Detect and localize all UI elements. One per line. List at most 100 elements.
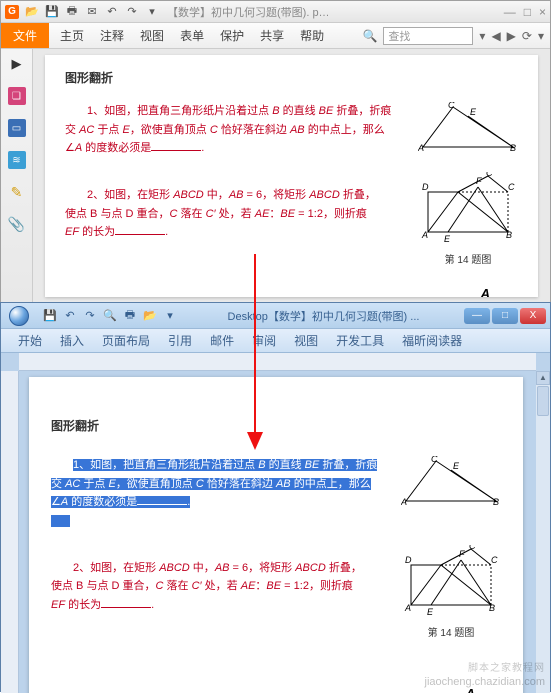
problem-2: 2、如图，在矩形 ABCD 中，AB = 6，将矩形 ABCD 折叠， 使点 B… xyxy=(65,186,518,242)
maximize-button[interactable]: □ xyxy=(524,5,531,19)
svg-text:C: C xyxy=(491,555,498,565)
ribbon-tabs: 主页 注释 视图 表单 保护 共享 帮助 xyxy=(53,24,331,47)
tab-developer[interactable]: 开发工具 xyxy=(327,329,393,352)
svg-text:F: F xyxy=(476,176,482,186)
refresh-icon[interactable]: ⟳ xyxy=(522,29,532,43)
svg-text:C: C xyxy=(448,102,455,110)
tab-foxit[interactable]: 福昕阅读器 xyxy=(393,329,471,352)
svg-text:E: E xyxy=(427,607,434,617)
office-button[interactable] xyxy=(1,303,37,329)
ruler-horizontal[interactable] xyxy=(19,353,536,371)
svg-text:A: A xyxy=(404,603,411,613)
svg-text:A: A xyxy=(421,230,428,240)
svg-text:D: D xyxy=(405,555,412,565)
svg-text:B: B xyxy=(493,497,499,506)
svg-text:C: C xyxy=(508,182,515,192)
section-title: 图形翻折 xyxy=(51,417,501,434)
minimize-button[interactable]: — xyxy=(504,5,516,19)
save-icon[interactable]: 💾 xyxy=(45,5,59,19)
tab-home[interactable]: 开始 xyxy=(9,329,51,352)
qat-dropdown-icon[interactable]: ▾ xyxy=(163,309,177,323)
print-icon[interactable]: 🖶 xyxy=(123,309,137,323)
figure-2-caption: 第 14 题图 xyxy=(418,252,518,269)
word-title: Desktop【数学】初中几何习题(带图) ... xyxy=(183,308,464,324)
word-titlebar: 💾 ↶ ↷ 🔍 🖶 📂 ▾ Desktop【数学】初中几何习题(带图) ... … xyxy=(1,303,550,329)
pages-icon[interactable]: ▭ xyxy=(8,119,26,137)
tab-protect[interactable]: 保护 xyxy=(213,24,251,47)
foxit-window: G 📂 💾 🖶 ✉ ↶ ↷ ▾ 【数学】初中几何习题(带图). p… — □ ×… xyxy=(0,0,551,302)
close-button[interactable]: × xyxy=(539,5,546,19)
figure-1: A B C E xyxy=(401,456,501,506)
svg-text:C: C xyxy=(431,456,438,464)
svg-text:E: E xyxy=(453,461,460,471)
nav-prev-icon[interactable]: ◀ xyxy=(491,29,500,43)
open-icon[interactable]: 📂 xyxy=(25,5,39,19)
foxit-qat: 📂 💾 🖶 ✉ ↶ ↷ ▾ xyxy=(25,5,159,19)
tab-help[interactable]: 帮助 xyxy=(293,24,331,47)
word-window: 💾 ↶ ↷ 🔍 🖶 📂 ▾ Desktop【数学】初中几何习题(带图) ... … xyxy=(0,302,551,692)
foxit-body: ▶ ❏ ▭ ≋ ✎ 📎 图形翻折 1、如图，把直角三角形纸片沿着过点 B 的直线… xyxy=(1,49,550,303)
search-dropdown-icon[interactable]: ▾ xyxy=(479,29,485,43)
search-input[interactable]: 查找 xyxy=(383,27,473,45)
ruler-vertical[interactable] xyxy=(1,371,19,693)
file-tab[interactable]: 文件 xyxy=(1,23,49,48)
word-page[interactable]: 图形翻折 1、如图，把直角三角形纸片沿着过点 B 的直线 BE 折叠，折痕 交 … xyxy=(29,377,523,693)
tab-references[interactable]: 引用 xyxy=(159,329,201,352)
bookmark-icon[interactable]: ❏ xyxy=(8,87,26,105)
tab-review[interactable]: 审阅 xyxy=(243,329,285,352)
tab-view[interactable]: 视图 xyxy=(133,24,171,47)
tab-insert[interactable]: 插入 xyxy=(51,329,93,352)
tab-form[interactable]: 表单 xyxy=(173,24,211,47)
zoom-icon[interactable]: 🔍 xyxy=(362,29,377,43)
word-ribbon: 开始 插入 页面布局 引用 邮件 审阅 视图 开发工具 福昕阅读器 xyxy=(1,329,550,353)
close-button[interactable]: X xyxy=(520,308,546,324)
svg-text:A: A xyxy=(401,497,407,506)
zoom-icon[interactable]: 🔍 xyxy=(103,309,117,323)
tab-mail[interactable]: 邮件 xyxy=(201,329,243,352)
problem-1: 1、如图，把直角三角形纸片沿着过点 B 的直线 BE 折叠，折痕 交 AC 于点… xyxy=(51,456,501,531)
foxit-logo: G xyxy=(5,5,19,19)
svg-text:C′: C′ xyxy=(486,172,494,178)
svg-text:C′: C′ xyxy=(469,545,477,551)
redo-icon[interactable]: ↷ xyxy=(125,5,139,19)
open-icon[interactable]: 📂 xyxy=(143,309,157,323)
layers-icon[interactable]: ≋ xyxy=(8,151,26,169)
maximize-button[interactable]: □ xyxy=(492,308,518,324)
svg-text:B: B xyxy=(489,603,495,613)
tab-share[interactable]: 共享 xyxy=(253,24,291,47)
trailing-letter: A xyxy=(481,286,490,297)
email-icon[interactable]: ✉ xyxy=(85,5,99,19)
section-title: 图形翻折 xyxy=(65,69,518,86)
tab-view[interactable]: 视图 xyxy=(285,329,327,352)
print-icon[interactable]: 🖶 xyxy=(65,5,79,19)
foxit-page[interactable]: 图形翻折 1、如图，把直角三角形纸片沿着过点 B 的直线 BE 折叠，折痕 交 … xyxy=(45,55,538,297)
nav-next-icon[interactable]: ▶ xyxy=(507,29,516,43)
svg-text:B: B xyxy=(506,230,512,240)
undo-icon[interactable]: ↶ xyxy=(63,309,77,323)
foxit-ribbon: 文件 主页 注释 视图 表单 保护 共享 帮助 🔍 查找 ▾ ◀ ▶ ⟳ ▾ xyxy=(1,23,550,49)
qat-dropdown-icon[interactable]: ▾ xyxy=(145,5,159,19)
undo-icon[interactable]: ↶ xyxy=(105,5,119,19)
problem-1: 1、如图，把直角三角形纸片沿着过点 B 的直线 BE 折叠，折痕 交 AC 于点… xyxy=(65,102,518,158)
foxit-titlebar: G 📂 💾 🖶 ✉ ↶ ↷ ▾ 【数学】初中几何习题(带图). p… — □ × xyxy=(1,1,550,23)
sidebar-expand-icon[interactable]: ▶ xyxy=(8,55,26,73)
foxit-sidebar: ▶ ❏ ▭ ≋ ✎ 📎 xyxy=(1,49,33,303)
svg-text:B: B xyxy=(510,143,516,152)
tab-home[interactable]: 主页 xyxy=(53,24,91,47)
attachment-icon[interactable]: 📎 xyxy=(8,215,26,233)
tab-comment[interactable]: 注释 xyxy=(93,24,131,47)
redo-icon[interactable]: ↷ xyxy=(83,309,97,323)
scroll-thumb[interactable] xyxy=(537,386,549,416)
tab-layout[interactable]: 页面布局 xyxy=(93,329,159,352)
save-icon[interactable]: 💾 xyxy=(43,309,57,323)
scroll-up-icon[interactable]: ▲ xyxy=(536,371,550,385)
minimize-button[interactable]: — xyxy=(464,308,490,324)
scrollbar-vertical[interactable]: ▲ xyxy=(536,371,550,693)
office-orb-icon xyxy=(9,306,29,326)
signature-icon[interactable]: ✎ xyxy=(8,183,26,201)
svg-text:E: E xyxy=(444,234,451,244)
svg-text:D: D xyxy=(422,182,429,192)
figure-2: A B C D E F C′ 第 14 题图 xyxy=(401,545,501,642)
foxit-tools: 🔍 查找 ▾ ◀ ▶ ⟳ ▾ xyxy=(362,27,550,45)
overflow-dropdown-icon[interactable]: ▾ xyxy=(538,29,544,43)
